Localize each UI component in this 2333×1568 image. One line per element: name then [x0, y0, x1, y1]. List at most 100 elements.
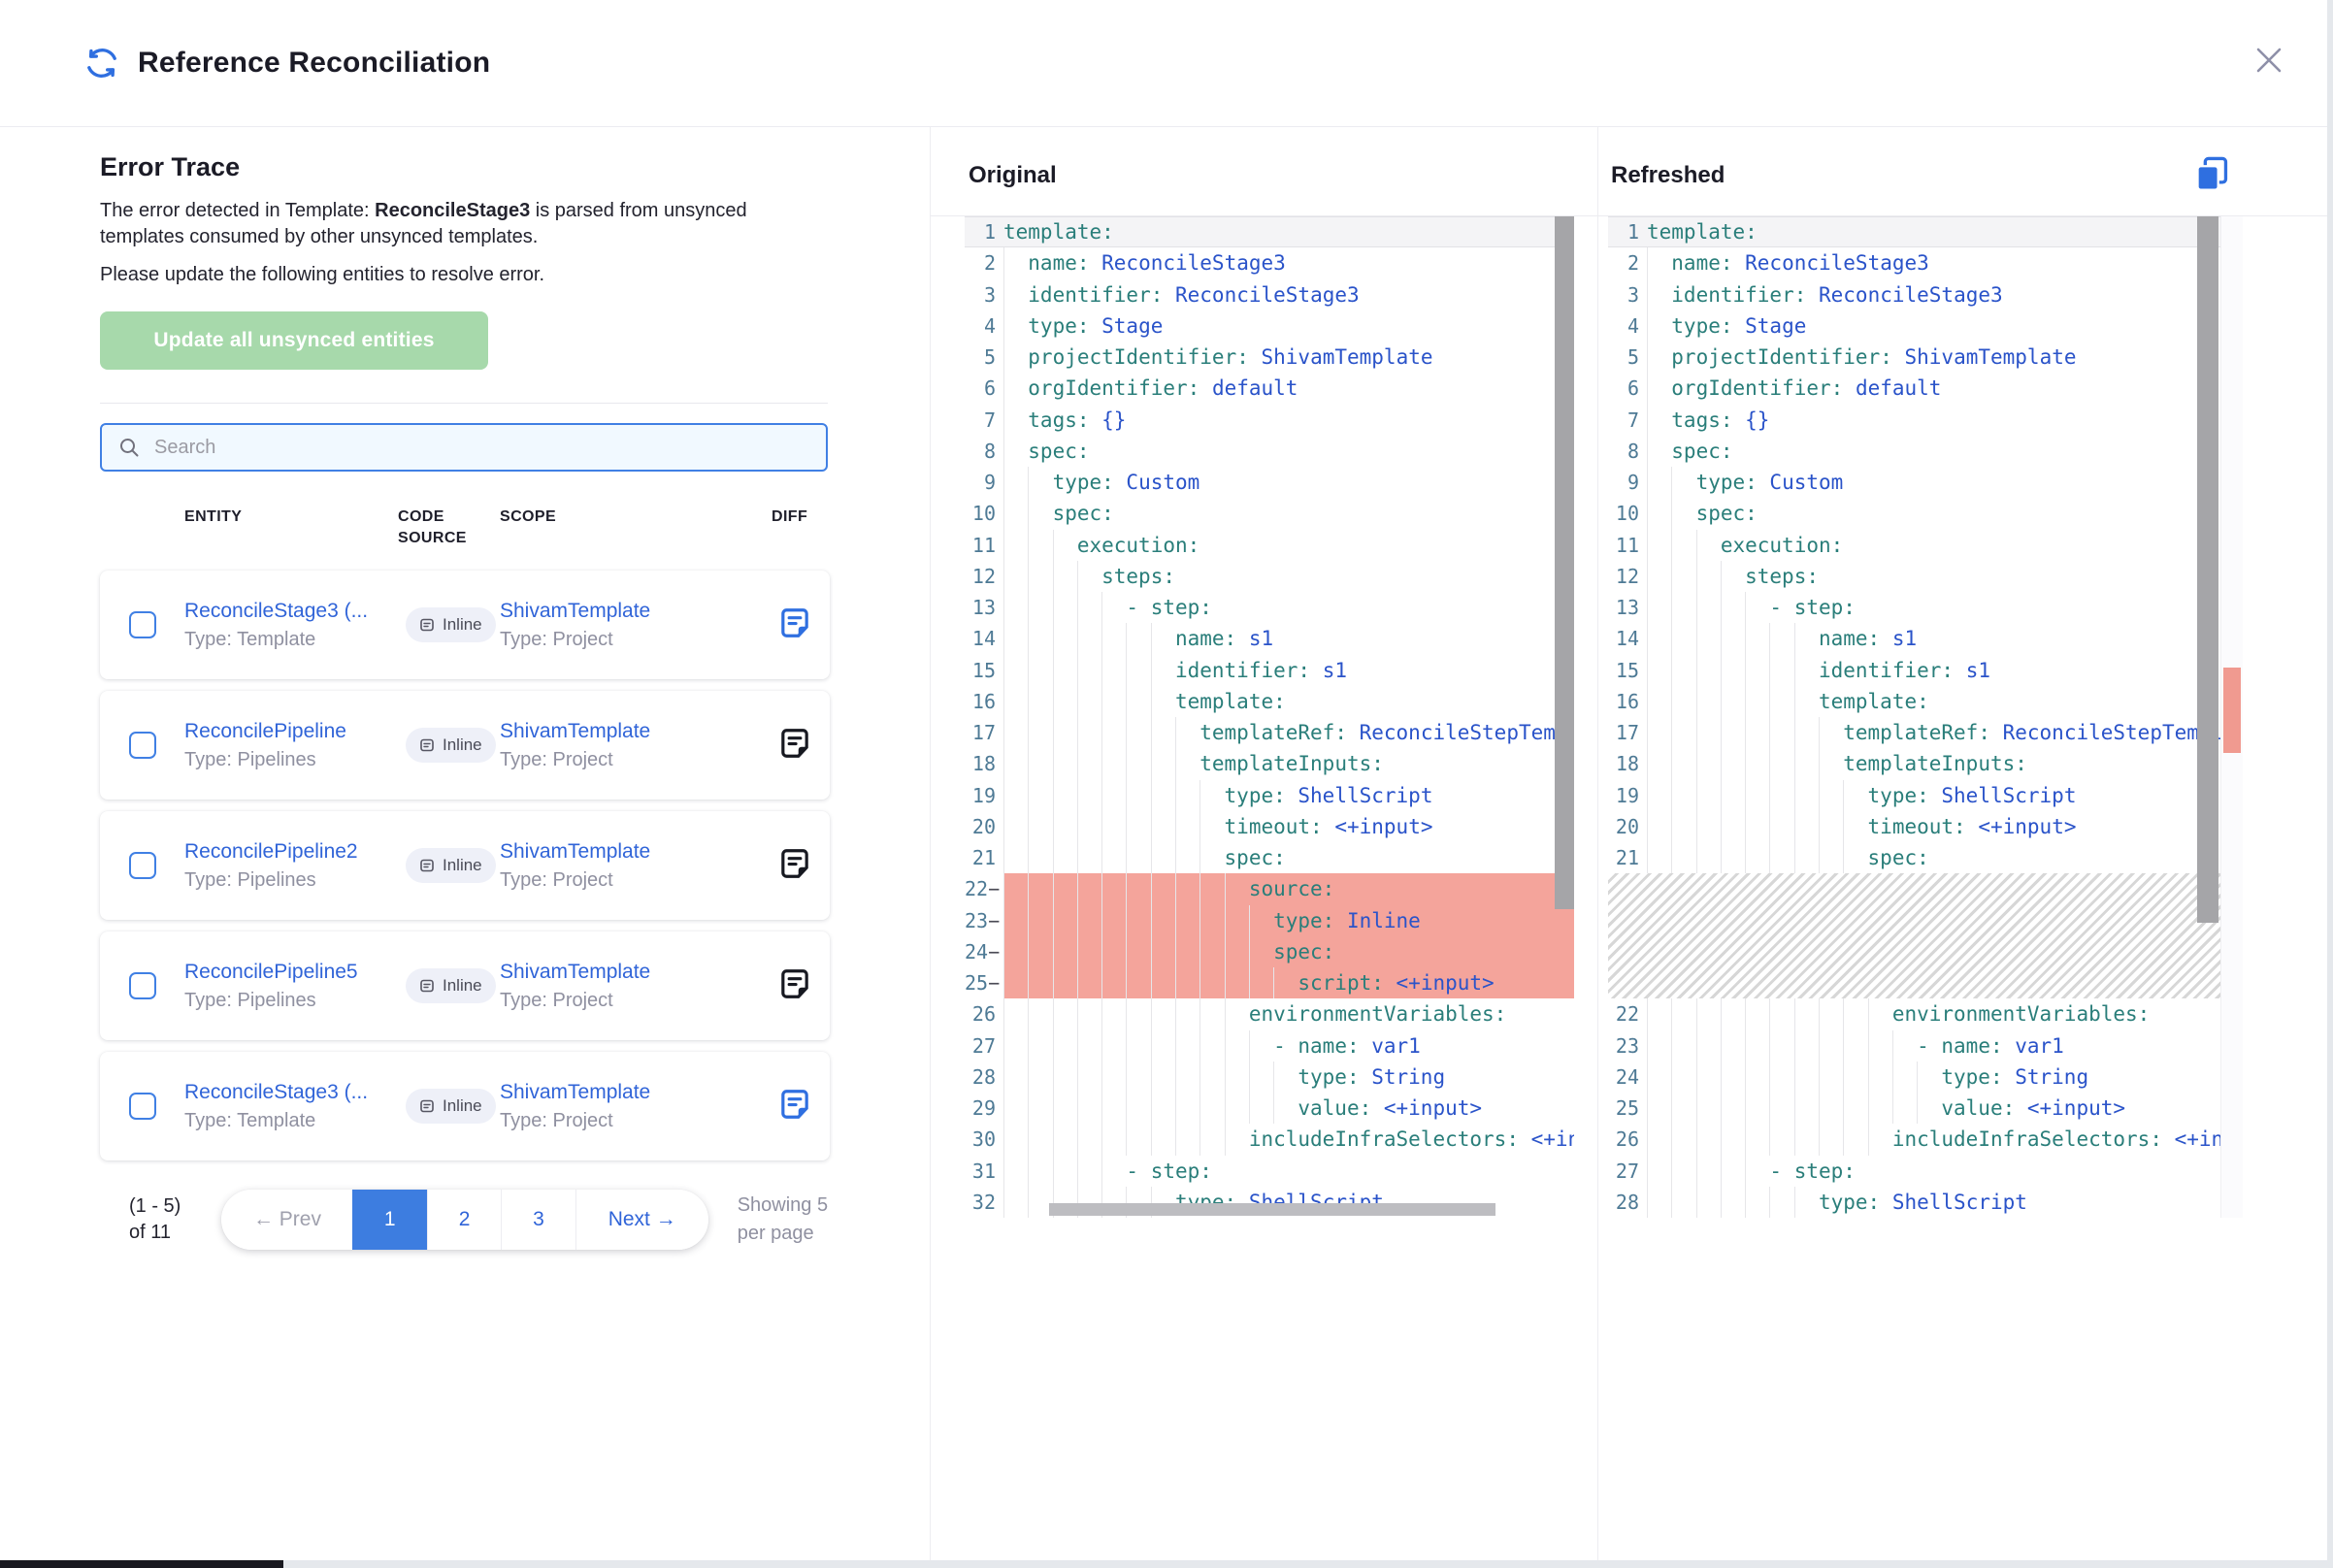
- scope-link[interactable]: ShivamTemplate: [500, 961, 650, 983]
- dialog-title: Reference Reconciliation: [138, 47, 490, 80]
- code-line: 20timeout: <+input>: [1608, 811, 2243, 842]
- code-line: 3identifier: ReconcileStage3: [1608, 279, 2243, 310]
- code-line: 11execution:: [965, 530, 1574, 561]
- row-checkbox[interactable]: [129, 852, 156, 879]
- code-line: 1template:: [1608, 216, 2243, 247]
- code-line: 8spec:: [965, 436, 1574, 467]
- entity-type: Type: Pipelines: [184, 990, 398, 1012]
- error-description: The error detected in Template: Reconcil…: [100, 198, 779, 250]
- code-line: 25−script: <+input>: [965, 967, 1574, 998]
- table-row: ReconcileStage3 (...Type: TemplateInline…: [100, 571, 830, 679]
- deleted-lines-hatch: [1608, 873, 2220, 998]
- code-line: 9type: Custom: [965, 467, 1574, 498]
- code-line: 6orgIdentifier: default: [1608, 373, 2243, 404]
- entity-link[interactable]: ReconcilePipeline5: [184, 961, 358, 983]
- error-note: Please update the following entities to …: [100, 262, 779, 288]
- entity-table: ReconcileStage3 (... Type: Template Inline…: [100, 571, 830, 1160]
- original-horizontal-scrollbar[interactable]: [1003, 1203, 1555, 1217]
- code-line: 5projectIdentifier: ShivamTemplate: [1608, 342, 2243, 373]
- scope-type: Type: Project: [500, 629, 772, 651]
- original-vertical-scrollbar[interactable]: [1555, 216, 1574, 1218]
- diff-region: Original Refreshed 1template:2name: Reco…: [930, 127, 2327, 1560]
- inline-icon: [419, 1098, 435, 1114]
- table-header: ENTITY CODE SOURCE SCOPE DIFF: [100, 506, 830, 549]
- pagination: (1 - 5) of 11 ← Prev 123Next → Showing 5…: [100, 1190, 830, 1250]
- search-icon: [117, 436, 141, 459]
- code-line: 27- step:: [1608, 1156, 2243, 1187]
- next-page-button[interactable]: Next →: [575, 1190, 708, 1250]
- code-line: 22environmentVariables:: [1608, 998, 2243, 1029]
- entity-link[interactable]: ReconcilePipeline2: [184, 840, 358, 863]
- code-line: 13- step:: [1608, 592, 2243, 623]
- column-header-scope: SCOPE: [500, 506, 772, 528]
- scope-link[interactable]: ShivamTemplate: [500, 720, 650, 742]
- close-icon[interactable]: [2251, 43, 2286, 78]
- code-line: 14name: s1: [1608, 623, 2243, 654]
- code-line: 4type: Stage: [1608, 310, 2243, 342]
- code-line: 17templateRef: ReconcileStepTempl: [965, 717, 1574, 748]
- table-row: ReconcilePipelineType: PipelinesInlineSh…: [100, 691, 830, 800]
- code-line: 7tags: {}: [965, 405, 1574, 436]
- code-line: 7tags: {}: [1608, 405, 2243, 436]
- prev-page-button[interactable]: ← Prev: [221, 1190, 352, 1250]
- page-button-3[interactable]: 3: [501, 1190, 575, 1250]
- scope-link[interactable]: ShivamTemplate: [500, 1081, 650, 1103]
- scope-type: Type: Project: [500, 749, 772, 771]
- scope-link[interactable]: ShivamTemplate: [500, 840, 650, 863]
- scope-type: Type: Project: [500, 869, 772, 892]
- code-line: 5projectIdentifier: ShivamTemplate: [965, 342, 1574, 373]
- reference-reconciliation-dialog: Reference Reconciliation Error Trace The…: [0, 0, 2327, 1560]
- search-box[interactable]: [100, 423, 828, 472]
- row-checkbox[interactable]: [129, 1093, 156, 1120]
- code-line: 23−type: Inline: [965, 905, 1574, 936]
- entity-link[interactable]: ReconcileStage3 (...: [184, 600, 368, 622]
- entity-type: Type: Template: [184, 629, 398, 651]
- code-source-badge: Inline: [406, 848, 496, 883]
- entity-type: Type: Pipelines: [184, 749, 398, 771]
- code-source-badge: Inline: [406, 968, 496, 1003]
- scope-link[interactable]: ShivamTemplate: [500, 600, 650, 622]
- code-line: 19type: ShellScript: [1608, 780, 2243, 811]
- row-checkbox[interactable]: [129, 972, 156, 999]
- code-line: 17templateRef: ReconcileStepTempl: [1608, 717, 2243, 748]
- diff-overview-ruler: [2220, 216, 2243, 1218]
- code-line: 24type: String: [1608, 1062, 2243, 1093]
- code-line: 15identifier: s1: [1608, 655, 2243, 686]
- code-line: 18templateInputs:: [1608, 748, 2243, 779]
- diff-icon[interactable]: [777, 966, 812, 1001]
- per-page-label: Showing 5 per page: [738, 1192, 830, 1248]
- code-line: 28type: String: [965, 1062, 1574, 1093]
- code-line: 3identifier: ReconcileStage3: [965, 279, 1574, 310]
- entity-link[interactable]: ReconcilePipeline: [184, 720, 346, 742]
- code-line: 24−spec:: [965, 936, 1574, 967]
- diff-icon[interactable]: [777, 726, 812, 761]
- diff-icon[interactable]: [777, 605, 812, 640]
- search-input[interactable]: [154, 437, 810, 459]
- refreshed-vertical-scrollbar[interactable]: [2197, 216, 2218, 1218]
- code-line: 15identifier: s1: [965, 655, 1574, 686]
- code-line: 20timeout: <+input>: [965, 811, 1574, 842]
- panel-divider: [1597, 127, 1598, 1560]
- column-header-code-source: CODE SOURCE: [398, 506, 468, 549]
- page-button-2[interactable]: 2: [427, 1190, 501, 1250]
- entity-link[interactable]: ReconcileStage3 (...: [184, 1081, 368, 1103]
- code-line: 16template:: [1608, 686, 2243, 717]
- row-checkbox[interactable]: [129, 611, 156, 638]
- row-checkbox[interactable]: [129, 732, 156, 759]
- code-line: 30includeInfraSelectors: <+in: [965, 1124, 1574, 1155]
- code-line: 23- name: var1: [1608, 1030, 2243, 1062]
- code-line: 31- step:: [965, 1156, 1574, 1187]
- copy-icon[interactable]: [2192, 154, 2231, 193]
- diff-icon[interactable]: [777, 846, 812, 881]
- code-line: 9type: Custom: [1608, 467, 2243, 498]
- code-line: 25value: <+input>: [1608, 1093, 2243, 1124]
- scope-type: Type: Project: [500, 1110, 772, 1132]
- code-line: 4type: Stage: [965, 310, 1574, 342]
- code-line: 19type: ShellScript: [965, 780, 1574, 811]
- scope-type: Type: Project: [500, 990, 772, 1012]
- table-row: ReconcilePipeline5 Type: Pipelines InlineS…: [100, 931, 830, 1040]
- diff-icon[interactable]: [777, 1087, 812, 1122]
- page-button-1[interactable]: 1: [352, 1190, 426, 1250]
- code-line: 18templateInputs:: [965, 748, 1574, 779]
- update-all-unsynced-button[interactable]: Update all unsynced entities: [100, 311, 488, 370]
